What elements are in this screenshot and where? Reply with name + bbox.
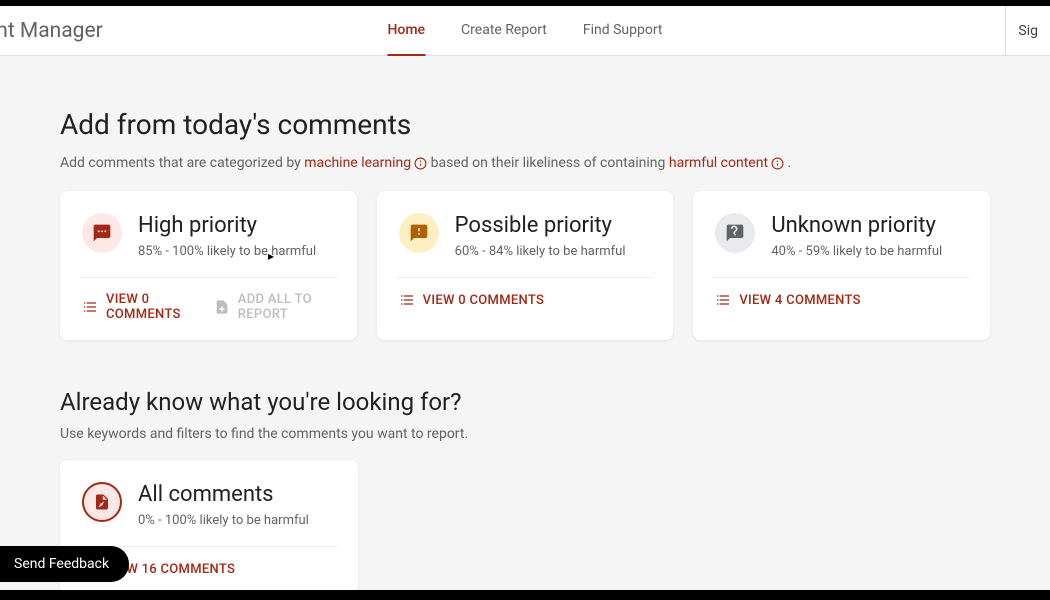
harmful-content-link[interactable]: harmful content (669, 155, 768, 171)
nav-home[interactable]: Home (387, 6, 425, 56)
divider (713, 277, 970, 278)
card-header: High priority 85% - 100% likely to be ha… (82, 213, 335, 259)
card-subtitle: 40% - 59% likely to be harmful (771, 244, 968, 259)
card-header: All comments 0% - 100% likely to be harm… (82, 482, 336, 528)
button-label: ADD ALL TO REPORT (238, 292, 335, 322)
list-icon (715, 292, 731, 308)
nav-find-support[interactable]: Find Support (583, 6, 663, 56)
section-title: Add from today's comments (60, 108, 990, 141)
machine-learning-link[interactable]: machine learning (304, 155, 411, 171)
high-priority-icon (82, 213, 122, 253)
view-comments-button[interactable]: VIEW 0 COMMENTS (82, 292, 198, 322)
card-header: Unknown priority 40% - 59% likely to be … (715, 213, 968, 259)
card-texts: Possible priority 60% - 84% likely to be… (455, 213, 652, 259)
card-title: High priority (138, 213, 335, 238)
add-file-icon (214, 299, 230, 315)
signin-button[interactable]: Sig (1005, 6, 1050, 55)
divider (80, 277, 337, 278)
info-icon[interactable] (413, 156, 427, 170)
info-icon[interactable] (770, 156, 784, 170)
top-navigation: ssment Manager Home Create Report Find S… (0, 6, 1050, 56)
bottom-letterbox (0, 590, 1050, 600)
section2-subtitle: Use keywords and filters to find the com… (60, 426, 990, 442)
divider (397, 277, 654, 278)
view-comments-button[interactable]: VIEW 0 COMMENTS (399, 292, 544, 308)
sub-text: Add comments that are categorized by (60, 155, 304, 171)
card-subtitle: 60% - 84% likely to be harmful (455, 244, 652, 259)
priority-cards-row: High priority 85% - 100% likely to be ha… (60, 191, 990, 340)
card-subtitle: 85% - 100% likely to be harmful (138, 244, 335, 259)
possible-priority-card: Possible priority 60% - 84% likely to be… (377, 191, 674, 340)
nav-create-report[interactable]: Create Report (461, 6, 547, 56)
card-title: All comments (138, 482, 336, 507)
sub-text: . (784, 155, 791, 171)
card-header: Possible priority 60% - 84% likely to be… (399, 213, 652, 259)
button-label: VIEW 4 COMMENTS (739, 293, 860, 308)
button-label: VIEW 0 COMMENTS (423, 293, 544, 308)
unknown-priority-icon (715, 213, 755, 253)
list-icon (82, 299, 98, 315)
main-content: Add from today's comments Add comments t… (0, 56, 1050, 595)
unknown-priority-card: Unknown priority 40% - 59% likely to be … (693, 191, 990, 340)
section-subtitle: Add comments that are categorized by mac… (60, 155, 990, 171)
card-texts: All comments 0% - 100% likely to be harm… (138, 482, 336, 528)
add-all-to-report-button: ADD ALL TO REPORT (214, 292, 335, 322)
card-texts: Unknown priority 40% - 59% likely to be … (771, 213, 968, 259)
card-title: Possible priority (455, 213, 652, 238)
sub-text: based on their likeliness of containing (427, 155, 669, 171)
section2-title: Already know what you're looking for? (60, 388, 990, 416)
list-icon (399, 292, 415, 308)
app-title: ssment Manager (0, 19, 103, 43)
nav-links: Home Create Report Find Support (387, 6, 662, 56)
possible-priority-icon (399, 213, 439, 253)
card-actions: VIEW 4 COMMENTS (715, 292, 968, 308)
card-subtitle: 0% - 100% likely to be harmful (138, 513, 336, 528)
card-title: Unknown priority (771, 213, 968, 238)
card-actions: VIEW 0 COMMENTS ADD ALL TO REPORT (82, 292, 335, 322)
view-comments-button[interactable]: VIEW 4 COMMENTS (715, 292, 860, 308)
send-feedback-button[interactable]: Send Feedback (0, 546, 129, 582)
high-priority-card: High priority 85% - 100% likely to be ha… (60, 191, 357, 340)
all-comments-icon (82, 482, 122, 522)
card-actions: VIEW 0 COMMENTS (399, 292, 652, 308)
card-texts: High priority 85% - 100% likely to be ha… (138, 213, 335, 259)
button-label: VIEW 0 COMMENTS (106, 292, 198, 322)
